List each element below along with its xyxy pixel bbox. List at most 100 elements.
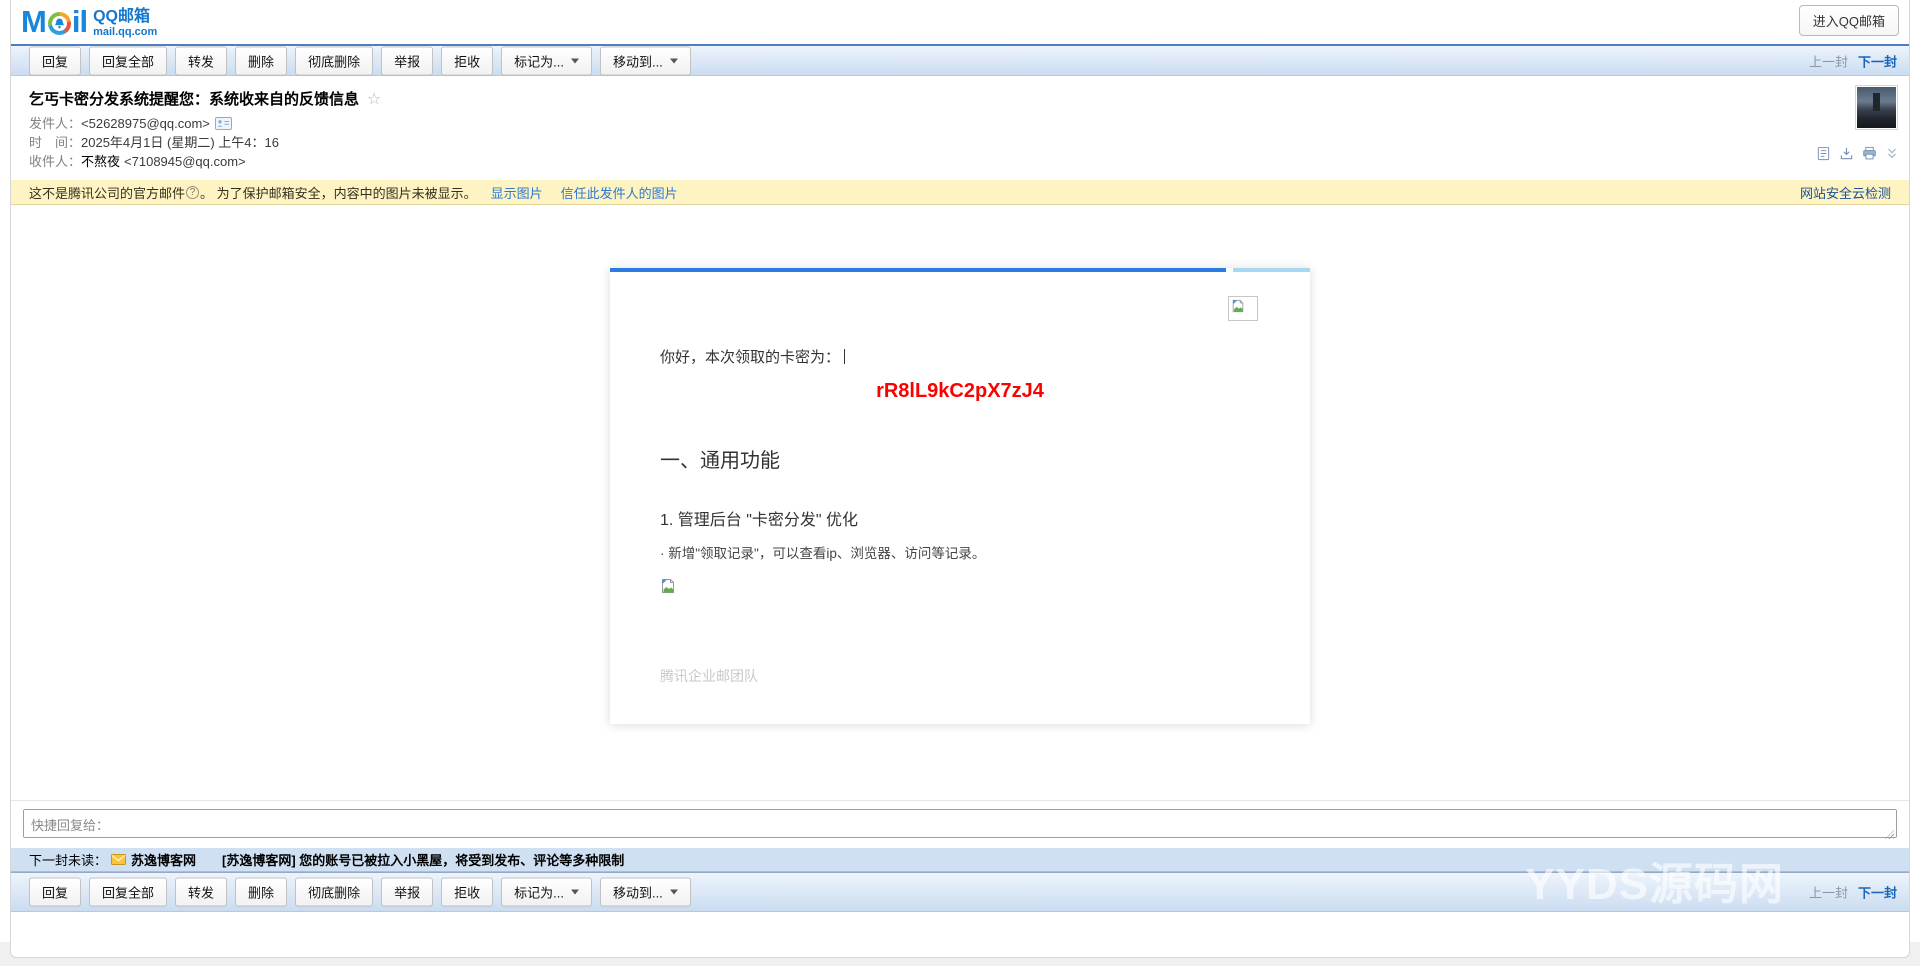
plain-text-icon[interactable] — [1816, 146, 1831, 161]
pager-top: 上一封下一封 — [1809, 51, 1897, 70]
trust-sender-link[interactable]: 信任此发件人的图片 — [561, 183, 678, 202]
reply-button[interactable]: 回复 — [29, 878, 81, 907]
delete-forever-button[interactable]: 彻底删除 — [295, 46, 373, 75]
delete-forever-button[interactable]: 彻底删除 — [295, 878, 373, 907]
time-label: 时 间： — [29, 133, 81, 152]
caret-down-icon — [571, 58, 579, 63]
logo-wordmark: QQ邮箱 mail.qq.com — [93, 8, 157, 38]
quick-reply-input[interactable] — [23, 809, 1897, 838]
text-cursor — [844, 349, 845, 364]
top-bar-light-segment — [1233, 268, 1310, 272]
to-label: 收件人： — [29, 152, 81, 171]
recipient-address: <7108945@qq.com> — [124, 152, 246, 171]
toolbar-bottom-buttons: 回复 回复全部 转发 删除 彻底删除 举报 拒收 标记为... 移动到... — [29, 878, 691, 907]
feature-bullet: · 新增"领取记录"，可以查看ip、浏览器、访问等记录。 — [660, 542, 985, 562]
move-to-dropdown[interactable]: 移动到... — [600, 878, 691, 907]
section-subheading: 1. 管理后台 "卡密分发" 优化 — [660, 506, 858, 530]
app-header: M il QQ邮箱 mail.qq.com 进入QQ邮箱 — [11, 0, 1909, 44]
reply-all-button[interactable]: 回复全部 — [89, 46, 167, 75]
caret-down-icon — [571, 890, 579, 895]
logo-domain: mail.qq.com — [93, 26, 157, 38]
recipient-name: 不熬夜 — [81, 152, 120, 171]
greeting-text: 你好，本次领取的卡密为： — [660, 346, 845, 367]
next-mail-link[interactable]: 下一封 — [1858, 886, 1897, 901]
mark-as-dropdown[interactable]: 标记为... — [501, 46, 592, 75]
section-heading: 一、通用功能 — [660, 444, 780, 473]
next-unread-label: 下一封未读： — [29, 850, 107, 869]
prev-mail-link[interactable]: 上一封 — [1809, 886, 1848, 901]
toolbar-top-buttons: 回复 回复全部 转发 删除 彻底删除 举报 拒收 标记为... 移动到... — [29, 46, 691, 75]
toolbar-top: 回复 回复全部 转发 删除 彻底删除 举报 拒收 标记为... 移动到... 上… — [11, 44, 1909, 76]
pager-bottom: 上一封下一封 — [1809, 883, 1897, 902]
delete-button[interactable]: 删除 — [235, 878, 287, 907]
forward-button[interactable]: 转发 — [175, 46, 227, 75]
enter-qqmail-button[interactable]: 进入QQ邮箱 — [1799, 5, 1899, 36]
time-row: 时 间： 2025年4月1日 (星期二) 上午4：16 — [29, 133, 279, 152]
print-icon[interactable] — [1862, 146, 1877, 161]
mail-reader-panel: M il QQ邮箱 mail.qq.com 进入QQ邮箱 回复 回复全部 转发 … — [10, 0, 1910, 958]
broken-image-icon — [1231, 299, 1245, 313]
prev-mail-link[interactable]: 上一封 — [1809, 54, 1848, 69]
move-to-dropdown[interactable]: 移动到... — [600, 46, 691, 75]
mail-subject-text: 乞丐卡密分发系统提醒您：系统收来自的反馈信息 — [29, 91, 359, 108]
signature-text: 腾讯企业邮团队 — [660, 666, 758, 686]
contact-card-icon[interactable] — [215, 117, 232, 130]
broken-image-placeholder-2 — [660, 578, 676, 599]
card-key-code: rR8lL9kC2pX7zJ4 — [610, 380, 1310, 403]
security-warning-bar: 这不是腾讯公司的官方邮件 ? 。 为了保护邮箱安全，内容中的图片未被显示。 显示… — [11, 180, 1909, 205]
reject-button[interactable]: 拒收 — [441, 878, 493, 907]
caret-down-icon — [670, 890, 678, 895]
top-bar-blue-segment — [610, 268, 1226, 272]
mail-action-icons — [1816, 146, 1899, 161]
report-button[interactable]: 举报 — [381, 878, 433, 907]
next-unread-sender[interactable]: 苏逸博客网 — [131, 850, 196, 869]
card-top-bar — [610, 268, 1310, 272]
forward-button[interactable]: 转发 — [175, 878, 227, 907]
greeting-label: 你好，本次领取的卡密为： — [660, 349, 840, 366]
time-value: 2025年4月1日 (星期二) 上午4：16 — [81, 133, 279, 152]
to-row: 收件人： 不熬夜 <7108945@qq.com> — [29, 152, 279, 171]
qqmail-logo[interactable]: M il QQ邮箱 mail.qq.com — [21, 5, 157, 39]
attachment-thumbnail[interactable] — [1855, 85, 1898, 130]
warning-text-2: 。 为了保护邮箱安全，内容中的图片未被显示。 — [200, 183, 477, 202]
warning-text-1: 这不是腾讯公司的官方邮件 — [29, 183, 185, 202]
attachment-image — [1857, 87, 1896, 128]
logo-product-name: QQ邮箱 — [93, 8, 157, 26]
mail-meta: 发件人： <52628975@qq.com> 时 间： 2025年4月1日 (星… — [29, 114, 279, 171]
help-icon[interactable]: ? — [186, 186, 199, 199]
cloud-security-check-link[interactable]: 网站安全云检测 — [1800, 183, 1891, 202]
move-to-label: 移动到... — [613, 883, 663, 902]
show-images-link[interactable]: 显示图片 — [491, 183, 543, 202]
broken-image-placeholder-1 — [1228, 296, 1258, 321]
reject-button[interactable]: 拒收 — [441, 46, 493, 75]
from-label: 发件人： — [29, 114, 81, 133]
quick-reply-section — [11, 800, 1909, 848]
caret-down-icon — [670, 58, 678, 63]
from-row: 发件人： <52628975@qq.com> — [29, 114, 279, 133]
next-unread-subject[interactable]: [苏逸博客网] 您的账号已被拉入小黑屋，将受到发布、评论等多种限制 — [222, 850, 624, 869]
next-unread-bar: 下一封未读： 苏逸博客网 [苏逸博客网] 您的账号已被拉入小黑屋，将受到发布、评… — [11, 848, 1909, 872]
logo-ring-icon — [48, 12, 71, 35]
next-mail-link[interactable]: 下一封 — [1858, 54, 1897, 69]
broken-image-icon — [660, 578, 676, 594]
bell-icon — [54, 18, 65, 29]
chevron-double-down-icon[interactable] — [1885, 147, 1899, 160]
mark-as-label: 标记为... — [514, 883, 564, 902]
mail-body-area: 你好，本次领取的卡密为： rR8lL9kC2pX7zJ4 一、通用功能 1. 管… — [11, 206, 1909, 800]
download-icon[interactable] — [1839, 146, 1854, 161]
logo-letters-il: il — [72, 5, 87, 39]
report-button[interactable]: 举报 — [381, 46, 433, 75]
from-address: <52628975@qq.com> — [81, 114, 210, 133]
mark-as-dropdown[interactable]: 标记为... — [501, 878, 592, 907]
mail-content-card: 你好，本次领取的卡密为： rR8lL9kC2pX7zJ4 一、通用功能 1. 管… — [610, 268, 1310, 724]
reply-button[interactable]: 回复 — [29, 46, 81, 75]
envelope-icon — [111, 854, 126, 865]
logo-letter-m: M — [21, 5, 46, 39]
top-bar-gap — [1226, 268, 1233, 272]
move-to-label: 移动到... — [613, 51, 663, 70]
mail-subject: 乞丐卡密分发系统提醒您：系统收来自的反馈信息 ☆ — [29, 88, 381, 109]
reply-all-button[interactable]: 回复全部 — [89, 878, 167, 907]
mark-as-label: 标记为... — [514, 51, 564, 70]
star-icon[interactable]: ☆ — [367, 91, 381, 108]
delete-button[interactable]: 删除 — [235, 46, 287, 75]
